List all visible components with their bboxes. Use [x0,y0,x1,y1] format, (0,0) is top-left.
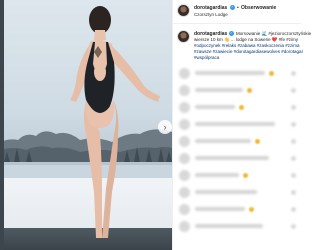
emoji-icon [239,105,244,110]
avatar[interactable] [177,30,190,43]
comment-item [173,83,301,99]
heart-icon[interactable] [291,88,296,93]
heart-icon[interactable] [291,71,296,76]
avatar [179,85,190,96]
avatar [179,68,190,79]
heart-icon[interactable] [291,122,296,127]
avatar [179,153,190,164]
caption-line: #odpoczynek #relaks #zabawa #zaskoczenia… [194,43,300,48]
comment-item [173,100,301,116]
comment-item [173,168,301,184]
emoji-icon [243,173,248,178]
heart-icon[interactable] [291,207,296,212]
comment-item [173,219,301,235]
avatar [179,170,190,181]
comment-item [173,202,301,218]
avatar [179,204,190,215]
post-sidebar: dorotagardias ✓ • Obserwowanie Czorsztyn… [172,0,311,250]
comment-item [173,185,301,201]
comment-item [173,117,301,133]
username-link[interactable]: dorotagardias [194,5,227,11]
avatar [179,221,190,232]
caption-line: #wspólpraca [194,55,220,60]
comment-item [173,151,301,167]
avatar [179,187,190,198]
woman-figure [70,6,160,238]
avatar [179,119,190,130]
post-photo[interactable]: › [0,0,172,250]
following-button[interactable]: Obserwowanie [241,5,276,11]
comment-item [173,66,301,82]
heart-icon[interactable] [291,224,296,229]
emoji-icon [255,139,260,144]
avatar [179,102,190,113]
post-caption: dorotagardias ✓ Morsowanie 🌊 #jezioroczo… [173,26,311,62]
heart-icon[interactable] [291,105,296,110]
emoji-icon [269,71,274,76]
window-frame [0,0,4,250]
emoji-icon [247,88,252,93]
emoji-icon [249,207,254,212]
verified-badge-icon: ✓ [230,5,235,10]
post-header: dorotagardias ✓ • Obserwowanie Czorsztyn… [173,0,301,24]
avatar [179,136,190,147]
heart-icon[interactable] [291,190,296,195]
caption-line: #zawsze #zawiecie #dorotagardiasewolves … [194,49,304,54]
location-link[interactable]: Czorsztyn Lodge [194,12,228,17]
verified-badge-icon: ✓ [229,31,234,36]
comment-item [173,134,301,150]
chevron-right-icon[interactable]: › [158,120,172,134]
heart-icon[interactable] [291,139,296,144]
heart-icon[interactable] [291,156,296,161]
heart-icon[interactable] [291,173,296,178]
avatar[interactable] [177,4,190,17]
separator-dot: • [237,5,239,11]
